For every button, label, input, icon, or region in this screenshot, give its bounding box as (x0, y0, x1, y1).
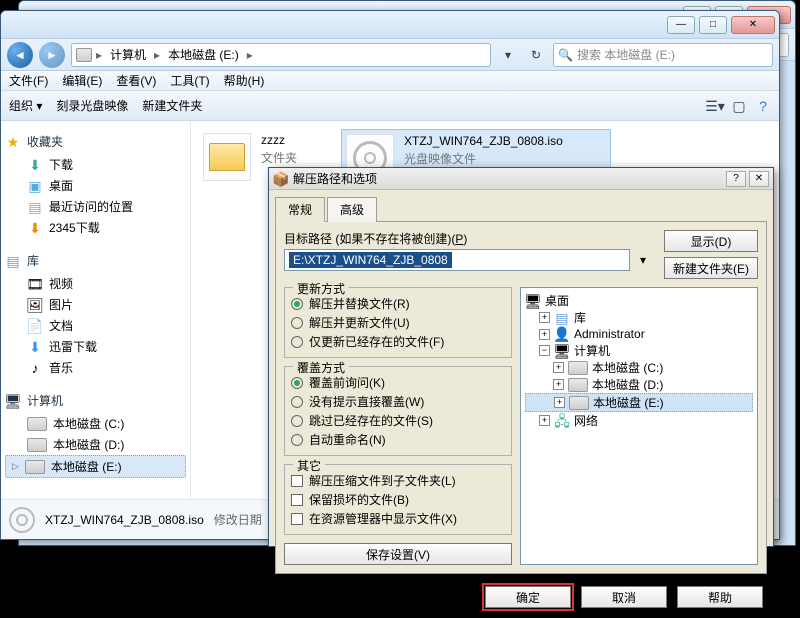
nav-item-xunlei[interactable]: ⬇迅雷下载 (5, 336, 186, 357)
breadcrumb-dropdown[interactable]: ▾ (497, 44, 519, 66)
dialog-title: 解压路径和选项 (293, 170, 377, 187)
dialog-titlebar[interactable]: 📦 解压路径和选项 ? ✕ (269, 168, 773, 190)
radio-extract-update[interactable]: 解压并更新文件(U) (291, 313, 505, 332)
misc-group: 其它 解压压缩文件到子文件夹(L) 保留损坏的文件(B) 在资源管理器中显示文件… (284, 464, 512, 535)
minimize-button[interactable]: — (667, 16, 695, 34)
disc-image-icon (9, 507, 35, 533)
overwrite-mode-group: 覆盖方式 覆盖前询问(K) 没有提示直接覆盖(W) 跳过已经存在的文件(S) 自… (284, 366, 512, 456)
dialog-close-button[interactable]: ✕ (749, 171, 769, 187)
menu-help[interactable]: 帮助(H) (224, 72, 265, 89)
radio-overwrite-noprompt[interactable]: 没有提示直接覆盖(W) (291, 392, 505, 411)
menu-view[interactable]: 查看(V) (116, 72, 156, 89)
maximize-button[interactable]: □ (699, 16, 727, 34)
breadcrumb-seg[interactable]: 本地磁盘 (E:) (164, 46, 243, 63)
tree-drive-e[interactable]: +本地磁盘 (E:) (525, 393, 753, 412)
view-options-icon[interactable]: ☰▾ (707, 98, 723, 114)
overwrite-mode-legend: 覆盖方式 (293, 359, 349, 376)
folder-tree[interactable]: 🖥桌面 +▤库 +👤Administrator −🖥计算机 +本地磁盘 (C:)… (520, 287, 758, 565)
search-input[interactable]: 🔍搜索 本地磁盘 (E:) (553, 43, 773, 67)
nav-item-drive-e[interactable]: ▷本地磁盘 (E:) (5, 455, 186, 478)
breadcrumb-seg[interactable]: 计算机 (106, 46, 150, 63)
update-mode-legend: 更新方式 (293, 280, 349, 297)
back-button[interactable]: ◄ (7, 42, 33, 68)
ok-button[interactable]: 确定 (485, 586, 571, 608)
folder-icon (203, 133, 251, 181)
close-button[interactable]: ✕ (731, 16, 775, 34)
nav-item-music[interactable]: ♪音乐 (5, 357, 186, 378)
path-dropdown-icon[interactable]: ▾ (636, 253, 650, 267)
radio-skip-existing[interactable]: 跳过已经存在的文件(S) (291, 411, 505, 430)
nav-item-pictures[interactable]: 🖼图片 (5, 294, 186, 315)
item-name: XTZJ_WIN764_ZJB_0808.iso (404, 134, 563, 148)
nav-item-documents[interactable]: 📄文档 (5, 315, 186, 336)
tree-admin[interactable]: +👤Administrator (525, 326, 753, 342)
nav-item-downloads[interactable]: ⬇下载 (5, 154, 186, 175)
dialog-help-button[interactable]: ? (726, 171, 746, 187)
misc-legend: 其它 (293, 457, 325, 474)
burn-image-button[interactable]: 刻录光盘映像 (56, 97, 128, 114)
radio-auto-rename[interactable]: 自动重命名(N) (291, 430, 505, 449)
tab-advanced[interactable]: 高级 (327, 197, 377, 222)
details-mod-label: 修改日期 (214, 511, 262, 528)
nav-pane: ★收藏夹 ⬇下载 ▣桌面 ▤最近访问的位置 ⬇2345下载 ▤库 🎞视频 🖼图片… (1, 121, 191, 499)
nav-item-drive-d[interactable]: 本地磁盘 (D:) (5, 434, 186, 455)
item-name: zzzz (261, 133, 297, 147)
tree-desktop[interactable]: 🖥桌面 (525, 292, 753, 309)
destination-path-input[interactable]: E:\XTZJ_WIN764_ZJB_0808 (284, 249, 630, 271)
menu-edit[interactable]: 编辑(E) (62, 72, 102, 89)
show-button[interactable]: 显示(D) (664, 230, 758, 252)
radio-update-existing[interactable]: 仅更新已经存在的文件(F) (291, 332, 505, 351)
new-folder-button[interactable]: 新建文件夹 (142, 97, 202, 114)
preview-pane-icon[interactable]: ▢ (731, 98, 747, 114)
breadcrumb[interactable]: ▸ 计算机 ▸ 本地磁盘 (E:) ▸ (71, 43, 491, 67)
help-icon[interactable]: ? (755, 98, 771, 114)
nav-group-libraries[interactable]: ▤库 (5, 252, 186, 269)
save-settings-button[interactable]: 保存设置(V) (284, 543, 512, 565)
new-folder-button[interactable]: 新建文件夹(E) (664, 257, 758, 279)
tree-computer[interactable]: −🖥计算机 (525, 342, 753, 359)
refresh-button[interactable]: ↻ (525, 44, 547, 66)
menubar: 文件(F) 编辑(E) 查看(V) 工具(T) 帮助(H) (1, 71, 779, 91)
tab-strip: 常规 高级 (275, 196, 767, 221)
nav-item-recent[interactable]: ▤最近访问的位置 (5, 196, 186, 217)
tab-general[interactable]: 常规 (275, 197, 325, 222)
path-label: 目标路径 (如果不存在将被创建) (284, 232, 451, 246)
nav-group-favorites[interactable]: ★收藏夹 (5, 133, 186, 150)
nav-item-drive-c[interactable]: 本地磁盘 (C:) (5, 413, 186, 434)
extract-dialog: 📦 解压路径和选项 ? ✕ 常规 高级 目标路径 (如果不存在将被创建)(P) … (268, 167, 774, 547)
menu-tools[interactable]: 工具(T) (170, 72, 209, 89)
item-type: 光盘映像文件 (404, 150, 563, 167)
help-button[interactable]: 帮助 (677, 586, 763, 608)
update-mode-group: 更新方式 解压并替换文件(R) 解压并更新文件(U) 仅更新已经存在的文件(F) (284, 287, 512, 358)
tree-drive-c[interactable]: +本地磁盘 (C:) (525, 359, 753, 376)
check-show-in-explorer[interactable]: 在资源管理器中显示文件(X) (291, 509, 505, 528)
organize-button[interactable]: 组织 ▾ (9, 97, 42, 114)
cancel-button[interactable]: 取消 (581, 586, 667, 608)
tree-drive-d[interactable]: +本地磁盘 (D:) (525, 376, 753, 393)
details-name: XTZJ_WIN764_ZJB_0808.iso (45, 513, 204, 527)
tree-network[interactable]: +🖧网络 (525, 412, 753, 429)
titlebar[interactable]: — □ ✕ (1, 11, 779, 39)
forward-button[interactable]: ► (39, 42, 65, 68)
check-keep-broken[interactable]: 保留损坏的文件(B) (291, 490, 505, 509)
drive-icon (76, 47, 92, 63)
nav-item-videos[interactable]: 🎞视频 (5, 273, 186, 294)
menu-file[interactable]: 文件(F) (9, 72, 48, 89)
command-bar: 组织 ▾ 刻录光盘映像 新建文件夹 ☰▾ ▢ ? (1, 91, 779, 121)
nav-group-computer[interactable]: 🖥计算机 (5, 392, 186, 409)
tree-libraries[interactable]: +▤库 (525, 309, 753, 326)
item-type: 文件夹 (261, 149, 297, 166)
nav-item-desktop[interactable]: ▣桌面 (5, 175, 186, 196)
nav-item-2345[interactable]: ⬇2345下载 (5, 217, 186, 238)
archive-icon: 📦 (273, 171, 289, 187)
